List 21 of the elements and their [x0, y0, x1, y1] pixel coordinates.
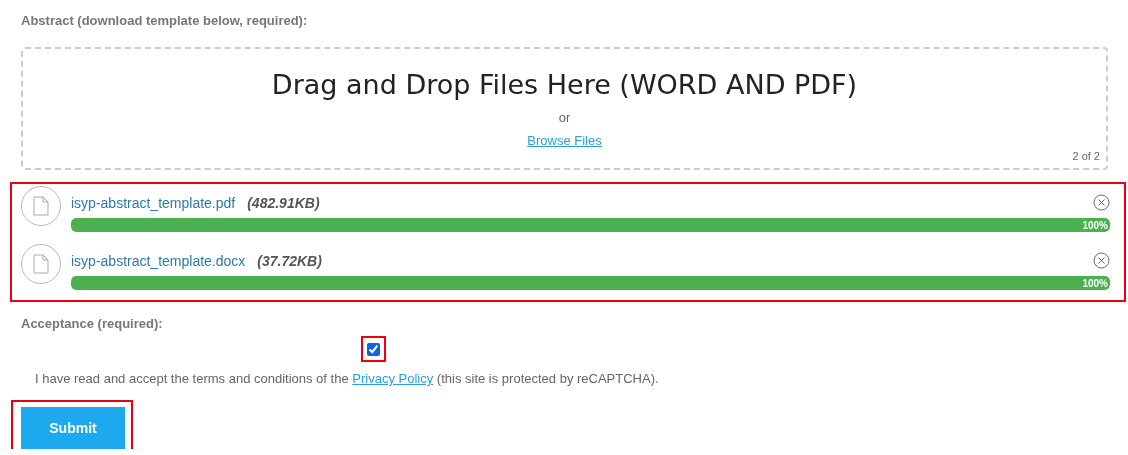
progress-percent: 100% — [1082, 219, 1109, 231]
document-icon — [33, 254, 49, 274]
file-size: (37.72KB) — [257, 252, 323, 269]
drop-zone[interactable]: Drag and Drop Files Here (WORD AND PDF) or Browse Files 2 of 2 — [21, 47, 1108, 170]
submit-button[interactable]: Submit — [21, 407, 125, 449]
file-size: (482.91KB) — [247, 194, 321, 211]
document-icon — [33, 196, 49, 216]
field-label: Abstract (download template below, required): — [21, 13, 309, 28]
privacy-policy-link[interactable]: Privacy Policy — [352, 371, 434, 386]
terms-text: I have read and accept the terms and conditions of the Privacy Policy (this site is protected by reCAPTCHA). — [35, 371, 660, 386]
close-icon[interactable] — [1093, 252, 1110, 269]
drop-zone-title: Drag and Drop Files Here (WORD AND PDF) — [271, 69, 858, 100]
file-name: isyp-abstract_template.pdf — [71, 194, 236, 211]
field-label: Acceptance (required): — [21, 316, 164, 331]
close-icon[interactable] — [1093, 194, 1110, 211]
file-count: 2 of 2 — [1072, 150, 1100, 162]
file-name: isyp-abstract_template.docx — [71, 252, 246, 269]
or-text: or — [558, 110, 571, 125]
browse-files-link[interactable]: Browse Files — [527, 133, 602, 148]
progress-percent: 100% — [1082, 277, 1109, 289]
accept-checkbox[interactable] — [367, 342, 380, 356]
